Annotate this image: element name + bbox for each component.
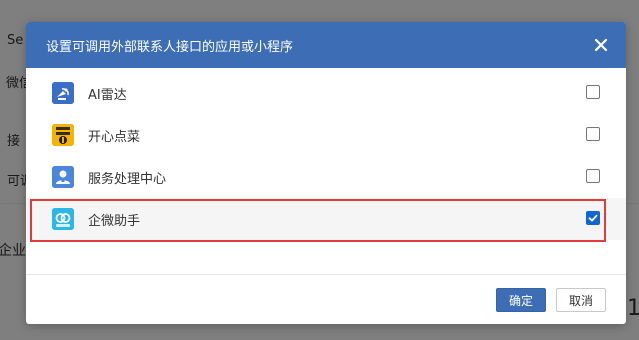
app-selection-dialog: 设置可调用外部联系人接口的应用或小程序 AI雷达 开心点菜 服务处理中心 企微助… [26,22,626,324]
close-button[interactable] [590,34,612,56]
app-checkbox[interactable] [586,211,600,225]
confirm-button[interactable]: 确定 [496,288,546,312]
dialog-title: 设置可调用外部联系人接口的应用或小程序 [46,39,294,55]
service-center-app-icon [52,166,74,188]
close-icon [594,38,608,52]
app-checkbox[interactable] [586,85,600,99]
app-item-label: AI雷达 [88,87,127,103]
checkmark-icon [588,214,598,222]
cancel-button[interactable]: 取消 [556,288,606,312]
app-item-service-center[interactable]: 服务处理中心 [26,156,626,198]
radar-app-icon [52,82,74,104]
app-list: AI雷达 开心点菜 服务处理中心 企微助手 [26,72,626,240]
app-item-ai-radar[interactable]: AI雷达 [26,72,626,114]
app-checkbox[interactable] [586,127,600,141]
app-item-label: 服务处理中心 [88,171,167,187]
app-item-wecom-assistant[interactable]: 企微助手 [26,198,626,240]
app-item-label: 开心点菜 [88,129,141,145]
app-item-happy-order[interactable]: 开心点菜 [26,114,626,156]
ordering-app-icon [52,124,74,146]
footer-divider [26,274,626,275]
app-item-label: 企微助手 [88,213,141,229]
app-checkbox[interactable] [586,169,600,183]
assistant-app-icon [52,208,74,230]
dialog-header: 设置可调用外部联系人接口的应用或小程序 [26,22,626,68]
